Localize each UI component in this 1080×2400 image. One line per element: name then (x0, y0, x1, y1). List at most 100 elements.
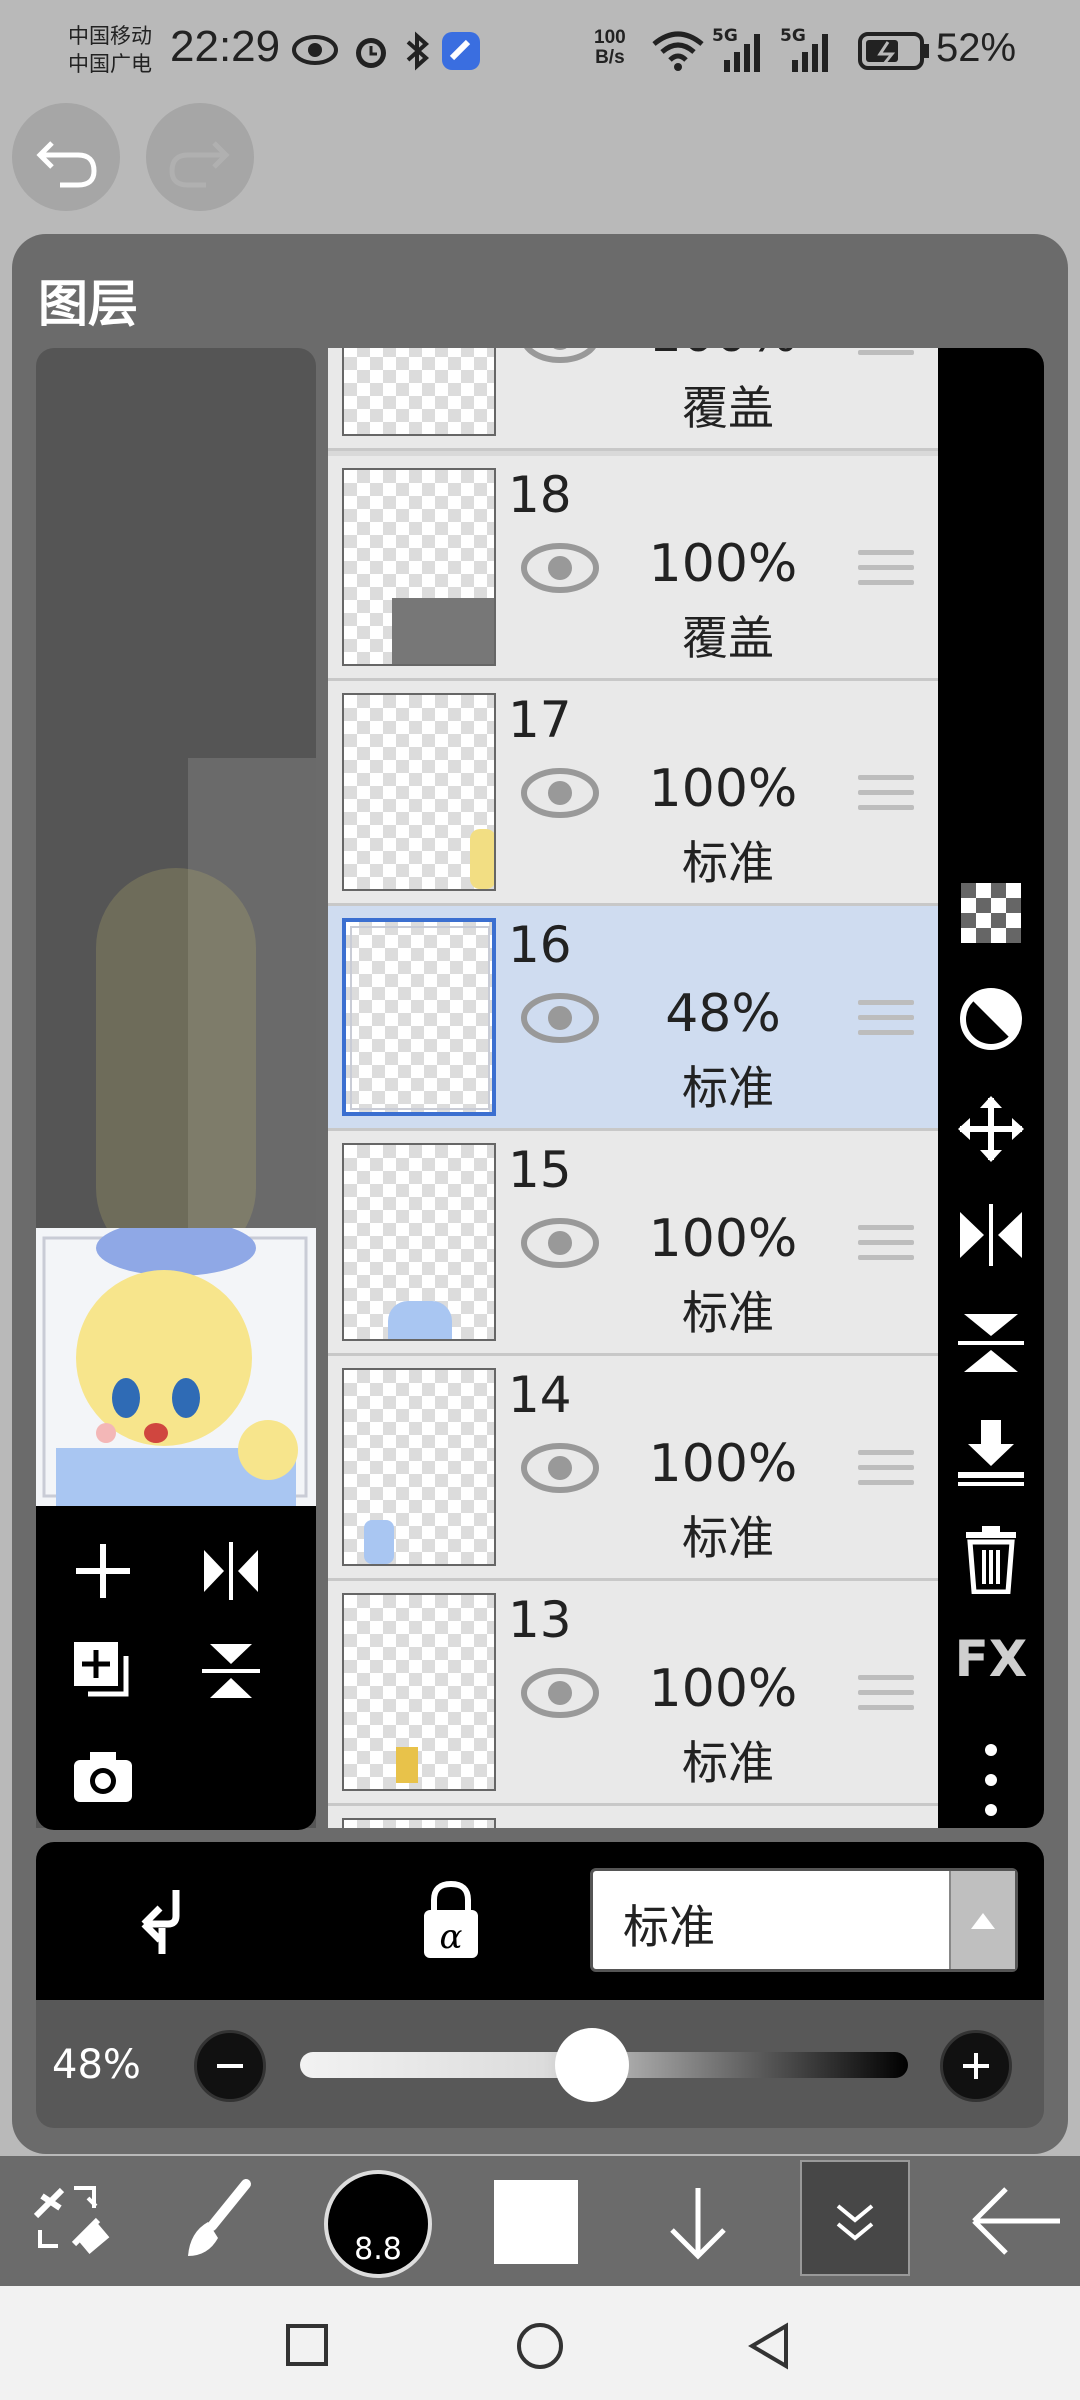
brush-icon[interactable] (172, 2156, 262, 2286)
visibility-eye-icon[interactable] (520, 1438, 600, 1498)
layer-thumbnail-content (388, 1301, 452, 1339)
more-options-icon[interactable] (938, 1740, 1044, 1820)
plus-icon (963, 2053, 989, 2079)
flip-vertical-icon[interactable] (196, 1636, 266, 1706)
drag-handle-icon[interactable] (858, 1000, 914, 1045)
clipping-mask-icon[interactable] (938, 984, 1044, 1054)
layer-row[interactable]: 15 100% 标准 (328, 1131, 938, 1356)
net-speed-value: 100 (594, 27, 626, 48)
opacity-label: 48% (52, 2042, 141, 2088)
tool-switch-icon[interactable] (22, 2156, 112, 2286)
layer-thumbnail-content (396, 1747, 418, 1783)
flip-vertical-right-icon[interactable] (938, 1308, 1044, 1378)
merge-down-icon[interactable] (938, 1416, 1044, 1486)
checkerboard-transparency-icon[interactable] (938, 878, 1044, 948)
blend-mode-dropdown-button[interactable] (949, 1871, 1015, 1969)
layer-thumbnail-content (364, 1520, 394, 1564)
triangle-up-icon (971, 1913, 995, 1929)
layer-thumbnail (342, 1593, 496, 1791)
layer-opacity: 100% (648, 534, 798, 594)
layer-row[interactable]: 13 100% 标准 (328, 1581, 938, 1806)
layer-thumbnail (342, 1368, 496, 1566)
brush-size-button[interactable]: 8.8 (324, 2170, 432, 2278)
drag-handle-icon[interactable] (858, 1675, 914, 1720)
opacity-decrease-button[interactable] (194, 2030, 266, 2102)
layer-thumbnail-content (392, 598, 494, 664)
home-icon[interactable] (514, 2320, 566, 2372)
layer-blend-mode: 标准 (682, 1736, 774, 1790)
blend-mode-select[interactable]: 标准 (590, 1868, 1018, 1972)
flip-horizontal-right-icon[interactable] (938, 1200, 1044, 1270)
layer-row[interactable]: 100% 覆盖 (328, 348, 938, 451)
layer-row[interactable]: 17 100% 标准 (328, 681, 938, 906)
layer-number: 17 (508, 691, 572, 749)
camera-icon[interactable] (68, 1742, 138, 1812)
clock: 22:29 (170, 22, 281, 71)
opacity-slider-knob[interactable] (554, 2028, 629, 2102)
battery-percent: 52% (936, 26, 1017, 70)
layer-row-selected[interactable]: 16 48% 标准 (328, 906, 938, 1131)
opacity-increase-button[interactable] (940, 2030, 1012, 2102)
canvas-ghost-shape (96, 868, 256, 1268)
drag-handle-icon[interactable] (858, 1225, 914, 1270)
visibility-eye-icon[interactable] (520, 763, 600, 823)
net-speed: 100 B/s (594, 28, 626, 68)
visibility-eye-icon[interactable] (520, 988, 600, 1048)
visibility-eye-icon[interactable] (520, 538, 600, 598)
layer-panel-toggle-button[interactable] (800, 2160, 910, 2276)
layer-opacity: 100% (648, 1209, 798, 1269)
layer-blend-mode: 标准 (682, 1061, 774, 1115)
panel-title: 图层 (38, 275, 138, 333)
flip-horizontal-icon[interactable] (196, 1536, 266, 1606)
drag-handle-icon[interactable] (858, 1450, 914, 1495)
undo-icon (36, 141, 97, 188)
layer-opacity: 100% (648, 1659, 798, 1719)
layer-thumbnail (342, 693, 496, 891)
recent-apps-icon[interactable] (284, 2322, 332, 2370)
visibility-eye-icon[interactable] (520, 348, 600, 368)
layer-row[interactable] (328, 1806, 938, 1828)
move-icon[interactable] (938, 1094, 1044, 1164)
layer-thumbnail (342, 1143, 496, 1341)
duplicate-layer-icon[interactable] (68, 1636, 138, 1706)
drag-handle-icon[interactable] (858, 550, 914, 595)
layer-number: 15 (508, 1141, 572, 1199)
layer-blend-mode: 覆盖 (682, 381, 774, 435)
color-swatch[interactable] (494, 2180, 578, 2264)
layer-thumbnail (342, 348, 496, 436)
canvas-thumbnail[interactable] (36, 1228, 316, 1506)
status-bar: 中国移动 中国广电 22:29 100 B/s 5G 5G 52% (0, 0, 1080, 100)
alpha-lock-icon[interactable]: α (416, 1878, 486, 1962)
back-nav-icon[interactable] (744, 2320, 796, 2372)
layer-opacity: 100% (648, 759, 798, 819)
brush-size-value: 8.8 (354, 2232, 402, 2267)
layer-actions-left (36, 1506, 316, 1830)
back-arrow-icon[interactable] (960, 2156, 1070, 2286)
drag-handle-icon[interactable] (858, 348, 914, 365)
layer-number: 18 (508, 466, 572, 524)
layer-number: 14 (508, 1366, 572, 1424)
visibility-eye-icon[interactable] (520, 1663, 600, 1723)
fx-button[interactable]: FX (938, 1630, 1044, 1688)
drag-handle-icon[interactable] (858, 775, 914, 820)
visibility-eye-icon[interactable] (520, 1213, 600, 1273)
carrier-line1: 中国移动 (68, 24, 152, 48)
redo-button[interactable] (146, 103, 254, 211)
undo-button[interactable] (12, 103, 120, 211)
arrow-down-icon[interactable] (660, 2156, 736, 2286)
layer-number: 16 (508, 916, 572, 974)
layer-list[interactable]: 100% 覆盖 18 100% 覆盖 17 100% 标准 16 (328, 348, 938, 1828)
add-layer-icon[interactable] (68, 1536, 138, 1606)
layer-row[interactable]: 14 100% 标准 (328, 1356, 938, 1581)
trash-icon[interactable] (938, 1524, 1044, 1594)
layer-blend-mode: 标准 (682, 1511, 774, 1565)
layer-number: 13 (508, 1591, 572, 1649)
layer-blend-mode: 标准 (682, 1286, 774, 1340)
clip-to-below-icon[interactable] (136, 1884, 206, 1960)
signal-icon-1 (724, 34, 760, 72)
layer-row[interactable]: 18 100% 覆盖 (328, 456, 938, 681)
layer-thumbnail (342, 468, 496, 666)
layer-blend-mode: 覆盖 (682, 611, 774, 665)
svg-text:α: α (440, 1917, 463, 1957)
layer-thumbnail-content (350, 926, 490, 1110)
